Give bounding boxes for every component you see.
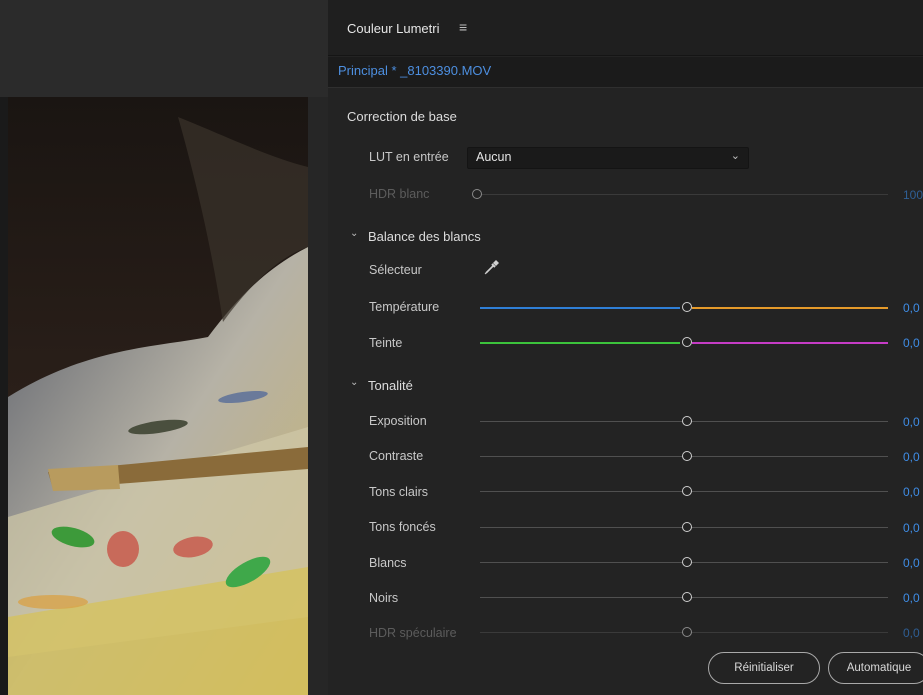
lut-label: LUT en entrée [369, 150, 449, 164]
temperature-track-warm [692, 307, 888, 309]
hdr-white-track [480, 194, 888, 195]
shadows-label: Tons foncés [369, 520, 436, 534]
reset-button[interactable]: Réinitialiser [708, 652, 820, 684]
hdr-white-slider[interactable] [472, 189, 482, 199]
tint-slider[interactable] [682, 337, 692, 347]
chevron-down-icon: ⌄ [730, 150, 740, 162]
temperature-slider[interactable] [682, 302, 692, 312]
program-monitor [0, 0, 328, 695]
panel-title: Couleur Lumetri [347, 21, 440, 36]
hdr-white-label: HDR blanc [369, 187, 430, 201]
whites-label: Blancs [369, 556, 407, 570]
tint-track-magenta [692, 342, 888, 344]
tint-label: Teinte [369, 336, 403, 350]
tint-value[interactable]: 0,0 [903, 336, 920, 350]
chevron-down-icon[interactable]: ⌄ [350, 377, 358, 388]
clip-tab[interactable]: Principal * _8103390.MOV [328, 57, 923, 88]
lumetri-color-panel: Couleur Lumetri ≡ Principal * _8103390.M… [328, 0, 923, 695]
shadows-slider[interactable] [682, 522, 692, 532]
contrast-slider[interactable] [682, 451, 692, 461]
exposure-label: Exposition [369, 414, 427, 428]
selector-label: Sélecteur [369, 263, 422, 277]
shadows-value[interactable]: 0,0 [903, 521, 920, 535]
contrast-label: Contraste [369, 449, 424, 463]
whites-slider[interactable] [682, 557, 692, 567]
hdr-specular-slider[interactable] [682, 627, 692, 637]
tint-track-green [480, 342, 680, 344]
exposure-slider[interactable] [682, 416, 692, 426]
video-frame-image [8, 97, 308, 695]
highlights-value[interactable]: 0,0 [903, 485, 920, 499]
monitor-header [0, 0, 328, 97]
eyedropper-icon[interactable] [482, 259, 500, 277]
section-basic-correction[interactable]: Correction de base [347, 109, 457, 124]
monitor-edge [0, 97, 8, 695]
whites-value[interactable]: 0,0 [903, 556, 920, 570]
panel-menu-icon[interactable]: ≡ [459, 19, 467, 35]
hdr-specular-label: HDR spéculaire [369, 626, 457, 640]
blacks-value[interactable]: 0,0 [903, 591, 920, 605]
clip-label[interactable]: Principal * _8103390.MOV [338, 63, 491, 78]
section-tone[interactable]: Tonalité [368, 378, 413, 393]
exposure-value[interactable]: 0,0 [903, 415, 920, 429]
highlights-label: Tons clairs [369, 485, 429, 499]
panel-header: Couleur Lumetri ≡ [328, 0, 923, 56]
blacks-label: Noirs [369, 591, 399, 605]
temperature-track-cold [480, 307, 680, 309]
section-white-balance[interactable]: Balance des blancs [368, 229, 481, 244]
hdr-specular-value[interactable]: 0,0 [903, 626, 920, 640]
contrast-value[interactable]: 0,0 [903, 450, 920, 464]
blacks-slider[interactable] [682, 592, 692, 602]
chevron-down-icon[interactable]: ⌄ [350, 228, 358, 239]
highlights-slider[interactable] [682, 486, 692, 496]
auto-button[interactable]: Automatique [828, 652, 923, 684]
video-preview[interactable] [8, 97, 308, 695]
hdr-white-value[interactable]: 100 [903, 188, 923, 202]
lut-selected-value: Aucun [476, 150, 512, 164]
temperature-label: Température [369, 300, 440, 314]
temperature-value[interactable]: 0,0 [903, 301, 920, 315]
lut-dropdown[interactable]: Aucun ⌄ [467, 147, 749, 169]
